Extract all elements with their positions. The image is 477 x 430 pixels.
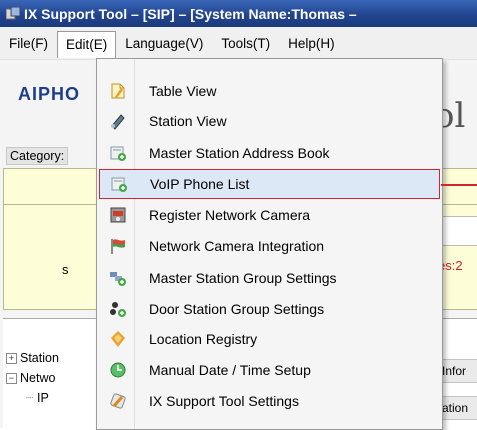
station-view-icon — [109, 112, 127, 130]
menu-item-ix-support-tool-settings[interactable]: IX Support Tool Settings — [99, 386, 440, 416]
menu-item-voip-phone-list[interactable]: VoIP Phone List — [99, 169, 440, 199]
grid-header-cell: ation — [438, 396, 477, 420]
menu-item-label: Location Registry — [149, 331, 258, 347]
tree-collapse-icon[interactable]: − — [6, 373, 17, 384]
menu-item-master-address-book[interactable]: Master Station Address Book — [99, 138, 440, 168]
menu-item-location-registry[interactable]: Location Registry — [99, 324, 440, 354]
menu-item-label: Station View — [149, 113, 227, 129]
menu-item-station-view[interactable]: Station View — [99, 106, 440, 136]
master-group-icon — [109, 269, 127, 287]
address-book-icon — [109, 144, 127, 162]
menu-help[interactable]: Help(H) — [279, 31, 344, 56]
menu-tools[interactable]: Tools(T) — [212, 31, 279, 56]
menu-bar: File(F) Edit(E) Language(V) Tools(T) Hel… — [0, 27, 477, 60]
menu-item-label: IX Support Tool Settings — [149, 393, 299, 409]
panel-text-fragment: s — [62, 262, 69, 277]
edit-menu-dropdown: Table View Station View Master Station A… — [96, 58, 443, 430]
door-group-icon — [109, 300, 127, 318]
tree-item-network[interactable]: − Netwo — [6, 371, 55, 385]
table-view-icon — [109, 82, 127, 100]
menu-item-master-station-group-settings[interactable]: Master Station Group Settings — [99, 263, 440, 293]
category-label: Category: — [6, 147, 69, 165]
voip-phone-list-icon — [110, 175, 128, 193]
location-registry-icon — [109, 330, 127, 348]
brand-logo: AIPHO — [18, 84, 81, 104]
tree-item-ip[interactable]: ┈ IP — [26, 390, 49, 405]
window-title-bar[interactable]: IX Support Tool – [SIP] – [System Name:T… — [0, 0, 477, 27]
tree-item-label: IP — [37, 391, 49, 405]
tree-expand-icon[interactable]: + — [6, 353, 17, 364]
settings-icon — [109, 392, 127, 410]
tree-item-station[interactable]: + Station — [6, 351, 59, 365]
date-time-icon — [109, 361, 127, 379]
grid-header-cell: Infor — [438, 359, 477, 383]
register-camera-icon — [109, 206, 127, 224]
menu-item-manual-date-time-setup[interactable]: Manual Date / Time Setup — [99, 355, 440, 385]
menu-item-table-view[interactable]: Table View — [99, 76, 440, 106]
callout-pointer-line — [441, 184, 477, 186]
menu-item-label: Register Network Camera — [149, 207, 311, 223]
menu-language[interactable]: Language(V) — [116, 31, 212, 56]
app-icon — [6, 6, 20, 19]
camera-integration-icon — [109, 237, 127, 255]
menu-file[interactable]: File(F) — [0, 31, 57, 56]
tree-item-label: Netwo — [20, 371, 56, 385]
menu-item-network-camera-integration[interactable]: Network Camera Integration — [99, 231, 440, 261]
menu-item-label: Door Station Group Settings — [149, 301, 325, 317]
menu-item-label: Manual Date / Time Setup — [149, 362, 311, 378]
menu-item-door-station-group-settings[interactable]: Door Station Group Settings — [99, 294, 440, 324]
menu-item-label: Table View — [149, 83, 217, 99]
tree-item-label: Station — [20, 351, 59, 365]
tree-connector: ┈ — [26, 391, 34, 405]
menu-item-label: VoIP Phone List — [150, 176, 250, 192]
menu-item-label: Master Station Address Book — [149, 145, 330, 161]
menu-item-register-network-camera[interactable]: Register Network Camera — [99, 200, 440, 230]
menu-edit[interactable]: Edit(E) — [57, 30, 117, 58]
window-title: IX Support Tool – [SIP] – [System Name:T… — [24, 5, 357, 22]
menu-item-label: Network Camera Integration — [149, 238, 325, 254]
menu-item-label: Master Station Group Settings — [149, 270, 337, 286]
